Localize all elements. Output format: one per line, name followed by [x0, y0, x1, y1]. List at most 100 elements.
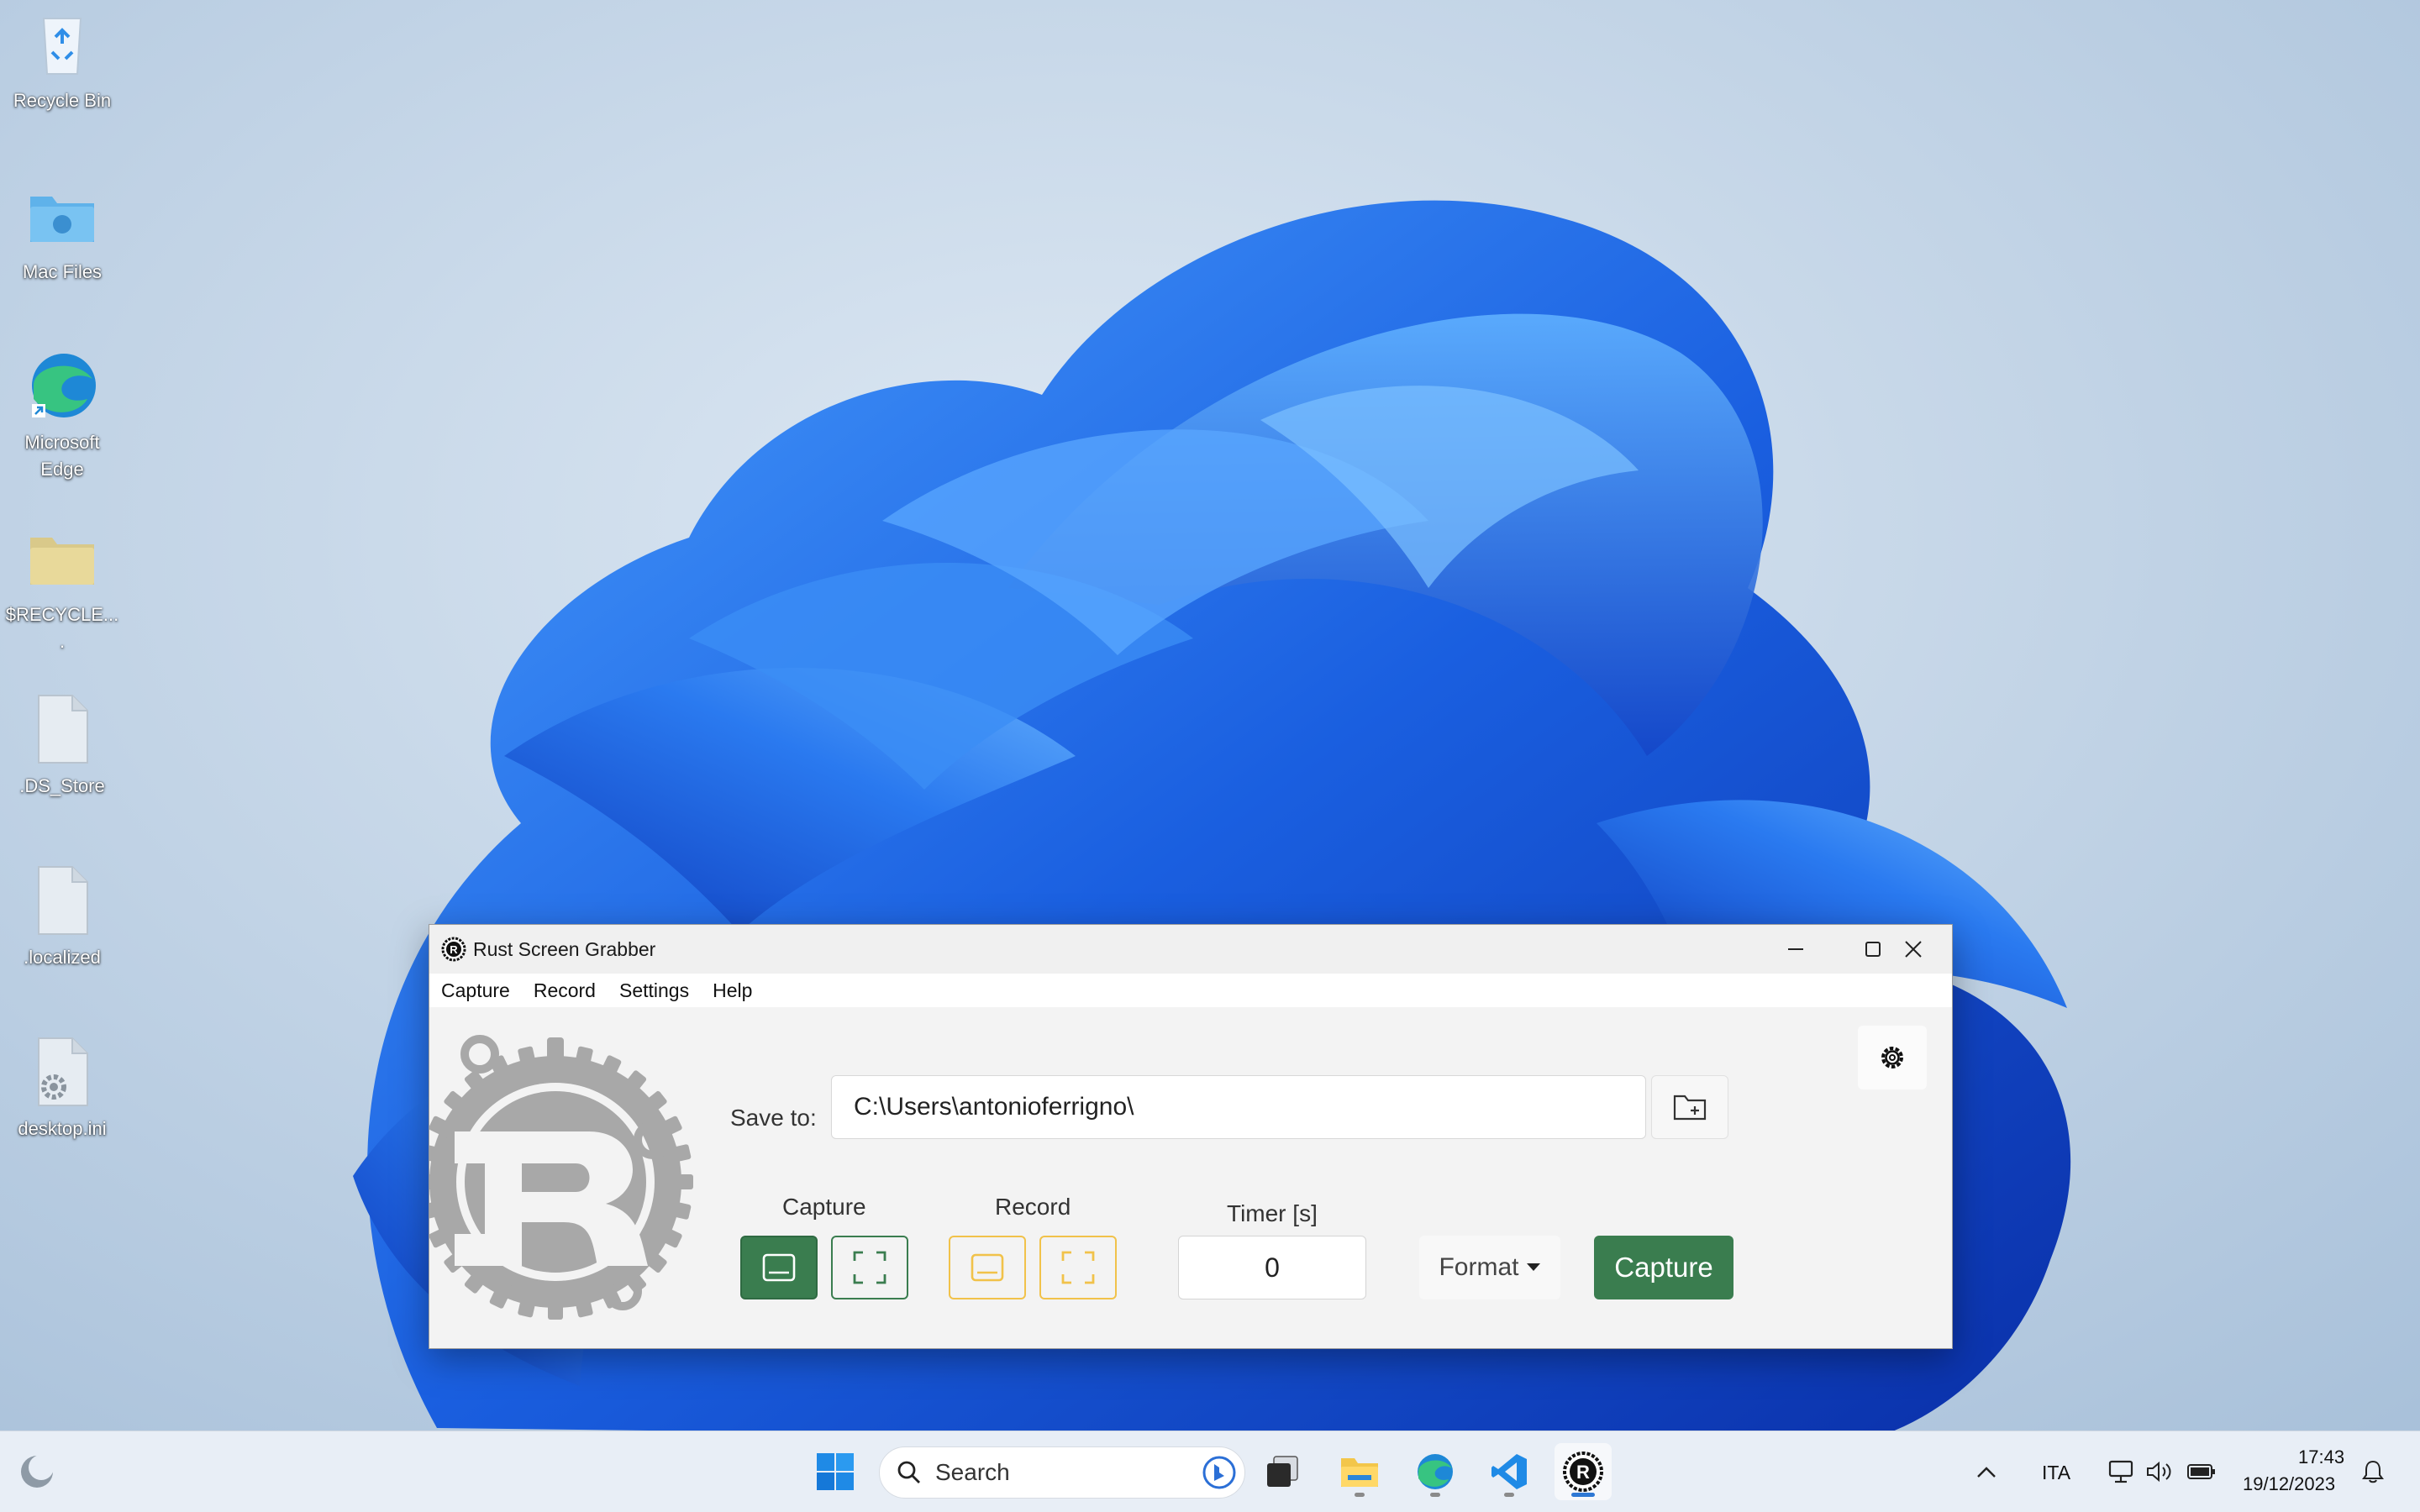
- menu-settings[interactable]: Settings: [619, 979, 689, 1002]
- record-window-button[interactable]: [949, 1236, 1026, 1299]
- capture-button[interactable]: Capture: [1594, 1236, 1733, 1299]
- capture-group-label: Capture: [782, 1194, 866, 1220]
- desktop-icon-label: $RECYCLE....: [5, 604, 119, 652]
- window-mode-icon: [762, 1253, 796, 1282]
- capture-fullscreen-button[interactable]: [831, 1236, 908, 1299]
- chevron-up-icon: [1977, 1467, 1996, 1478]
- window-title: Rust Screen Grabber: [473, 937, 656, 960]
- window-content: Save to: C:\Users\antonioferrigno\ Captu…: [429, 1007, 1952, 1348]
- running-indicator: [1355, 1493, 1365, 1497]
- desktop-icon-label: Mac Files: [22, 261, 103, 282]
- mac-folder-icon: [30, 197, 94, 242]
- bell-icon: [2362, 1460, 2384, 1483]
- desktop-icon-ds-store[interactable]: .DS_Store: [0, 692, 124, 800]
- taskbar-rust-screen-grabber[interactable]: R: [1555, 1443, 1612, 1500]
- caret-down-icon: [1526, 1263, 1540, 1271]
- folder-add-icon: [1673, 1095, 1707, 1121]
- rust-logo-icon: R: [441, 937, 466, 962]
- notifications-button[interactable]: [2353, 1443, 2393, 1500]
- search-placeholder: Search: [935, 1459, 1010, 1485]
- fullscreen-icon: [1061, 1251, 1095, 1284]
- volume-button[interactable]: [2139, 1443, 2180, 1500]
- taskbar-search[interactable]: Search: [879, 1446, 1245, 1499]
- desktop-icon-localized[interactable]: .localized: [0, 864, 124, 971]
- capture-window-button[interactable]: [740, 1236, 818, 1299]
- file-icon: [38, 695, 88, 764]
- format-label: Format: [1439, 1253, 1519, 1281]
- start-button[interactable]: [807, 1443, 864, 1500]
- window-mode-icon: [971, 1253, 1004, 1282]
- svg-text:R: R: [1576, 1462, 1590, 1483]
- language-indicator[interactable]: ITA: [2042, 1462, 2070, 1484]
- svg-text:R: R: [450, 943, 458, 956]
- show-hidden-icons-button[interactable]: [1966, 1443, 2007, 1500]
- network-button[interactable]: [2101, 1443, 2141, 1500]
- desktop-icon-label: .localized: [24, 947, 101, 968]
- windows-logo-icon: [817, 1453, 854, 1490]
- desktop-icon-label: desktop.ini: [18, 1118, 107, 1139]
- fullscreen-icon: [853, 1251, 886, 1284]
- active-indicator: [1571, 1493, 1595, 1497]
- network-icon: [2108, 1460, 2133, 1483]
- bing-icon: [1202, 1456, 1236, 1489]
- volume-icon: [2147, 1461, 2171, 1483]
- vscode-icon: [1491, 1454, 1527, 1489]
- close-icon: [1905, 941, 1922, 958]
- file-explorer-icon: [1341, 1458, 1378, 1487]
- close-button[interactable]: [1873, 925, 1952, 974]
- weather-icon: [21, 1455, 54, 1488]
- taskbar-task-view[interactable]: [1254, 1443, 1311, 1500]
- running-indicator: [1504, 1493, 1514, 1497]
- minimize-button[interactable]: [1757, 925, 1834, 974]
- menu-record[interactable]: Record: [534, 979, 596, 1002]
- desktop-icon-recycle-bin[interactable]: Recycle Bin: [0, 7, 124, 114]
- file-icon: [38, 866, 88, 935]
- browse-folder-button[interactable]: [1651, 1075, 1728, 1139]
- gear-tooth: [429, 1174, 443, 1189]
- menu-bar: Capture Record Settings Help: [429, 974, 1952, 1007]
- search-icon: [897, 1461, 920, 1483]
- settings-button[interactable]: [1858, 1026, 1927, 1089]
- gear-icon: [1881, 1047, 1903, 1068]
- recycle-bin-icon: [42, 18, 82, 75]
- taskbar-vscode[interactable]: [1481, 1443, 1538, 1500]
- clock-date[interactable]: 19/12/2023: [2243, 1473, 2335, 1495]
- minimize-icon: [1788, 948, 1803, 950]
- desktop-icon-label: .DS_Store: [19, 775, 105, 796]
- menu-help[interactable]: Help: [713, 979, 752, 1002]
- rust-logo-icon: R: [1563, 1452, 1603, 1492]
- save-path-input[interactable]: C:\Users\antonioferrigno\: [831, 1075, 1646, 1139]
- folder-icon: [30, 538, 94, 585]
- gear-tooth: [668, 1174, 693, 1189]
- taskbar: Search R ITA 17:43 19/12/2023: [0, 1431, 2420, 1512]
- edge-icon: [1418, 1454, 1453, 1489]
- desktop-icon-microsoft-edge[interactable]: Microsoft Edge: [0, 349, 124, 483]
- record-group-label: Record: [995, 1194, 1071, 1220]
- app-window: R Rust Screen Grabber Capture Record Set…: [429, 924, 1953, 1349]
- format-dropdown[interactable]: Format: [1419, 1236, 1560, 1299]
- taskbar-edge[interactable]: [1407, 1443, 1464, 1500]
- record-fullscreen-button[interactable]: [1039, 1236, 1117, 1299]
- desktop-icon-recycle-folder[interactable]: $RECYCLE....: [0, 521, 124, 655]
- timer-label: Timer [s]: [1227, 1200, 1318, 1226]
- settings-file-icon: [38, 1037, 88, 1106]
- timer-input[interactable]: 0: [1178, 1236, 1366, 1299]
- desktop-icon-mac-files[interactable]: Mac Files: [0, 178, 124, 286]
- taskbar-file-explorer[interactable]: [1331, 1443, 1388, 1500]
- menu-capture[interactable]: Capture: [441, 979, 510, 1002]
- running-indicator: [1430, 1493, 1440, 1497]
- gear-tooth: [548, 1294, 563, 1320]
- rust-logo-watermark-icon: [429, 1035, 693, 1320]
- desktop-icon-label: Microsoft Edge: [24, 432, 100, 480]
- save-to-label: Save to:: [730, 1105, 817, 1131]
- widgets-button[interactable]: [8, 1443, 66, 1500]
- title-bar[interactable]: R Rust Screen Grabber: [429, 925, 1952, 974]
- battery-icon: [2187, 1464, 2215, 1479]
- battery-button[interactable]: [2180, 1443, 2223, 1500]
- desktop-icon-label: Recycle Bin: [13, 90, 112, 111]
- gear-tooth: [548, 1044, 563, 1069]
- edge-icon: [32, 354, 96, 417]
- clock-time[interactable]: 17:43: [2298, 1446, 2344, 1468]
- desktop-icon-desktop-ini[interactable]: desktop.ini: [0, 1035, 124, 1142]
- task-view-icon: [1267, 1456, 1298, 1487]
